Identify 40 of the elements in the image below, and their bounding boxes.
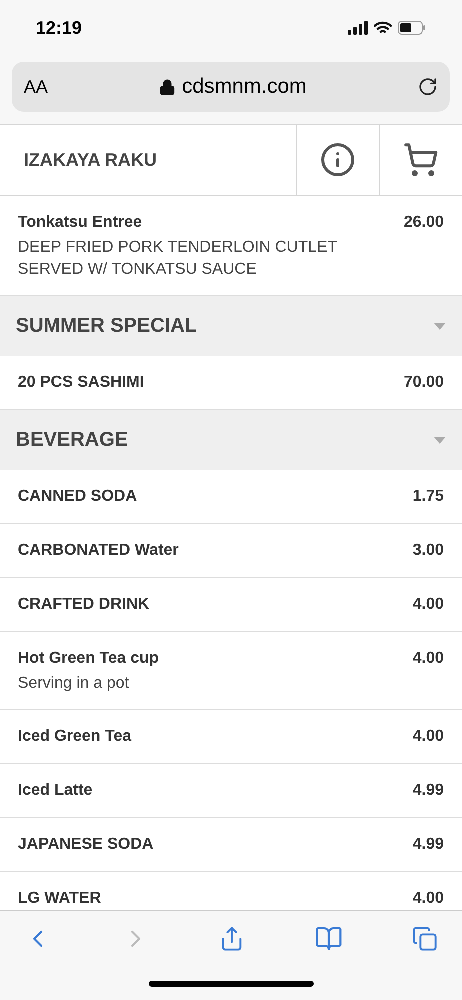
- tabs-button[interactable]: [412, 926, 438, 952]
- battery-icon: [398, 21, 426, 35]
- item-name: CRAFTED DRINK: [18, 595, 150, 615]
- item-price: 70.00: [404, 373, 444, 393]
- restaurant-title: IZAKAYA RAKU: [24, 148, 158, 172]
- item-price: 4.00: [412, 889, 444, 909]
- section-header[interactable]: BEVERAGE: [0, 410, 462, 470]
- item-name: CANNED SODA: [18, 487, 138, 507]
- cart-icon: [403, 142, 439, 178]
- item-description: Serving in a pot: [18, 674, 130, 694]
- reload-icon[interactable]: [418, 77, 438, 97]
- signal-icon: [348, 21, 368, 35]
- caret-icon: [434, 322, 446, 330]
- address-bar[interactable]: AA cdsmnm.com: [12, 62, 450, 112]
- item-price: 1.75: [412, 487, 444, 507]
- section-header[interactable]: SUMMER SPECIAL: [0, 296, 462, 356]
- text-size-button[interactable]: AA: [24, 74, 48, 100]
- item-price: 4.00: [412, 595, 444, 615]
- item-description: DEEP FRIED PORK TENDERLOIN CUTLET SERVED W/ TONKATSU SAUCE: [18, 238, 338, 280]
- bookmarks-button[interactable]: [314, 925, 342, 953]
- item-price: 4.99: [412, 781, 444, 801]
- item-name: Iced Latte: [18, 781, 93, 801]
- status-time: 12:19: [36, 16, 82, 40]
- info-icon: [320, 142, 356, 178]
- item-price: 4.00: [412, 727, 444, 747]
- item-name: JAPANESE SODA: [18, 835, 154, 855]
- item-name: 20 PCS SASHIMI: [18, 373, 144, 393]
- item-name: Tonkatsu Entree: [18, 213, 142, 233]
- item-name: LG WATER: [18, 889, 102, 909]
- item-price: 26.00: [404, 213, 444, 233]
- item-price: 4.99: [412, 835, 444, 855]
- item-price: 3.00: [412, 541, 444, 561]
- caret-icon: [434, 436, 446, 444]
- item-name: CARBONATED Water: [18, 541, 179, 561]
- url-text: cdsmnm.com: [182, 74, 307, 100]
- item-name: Hot Green Tea cup: [18, 649, 160, 669]
- lock-icon: [159, 78, 176, 96]
- item-name: Iced Green Tea: [18, 727, 132, 747]
- wifi-icon: [374, 21, 392, 35]
- item-price: 4.00: [412, 649, 444, 669]
